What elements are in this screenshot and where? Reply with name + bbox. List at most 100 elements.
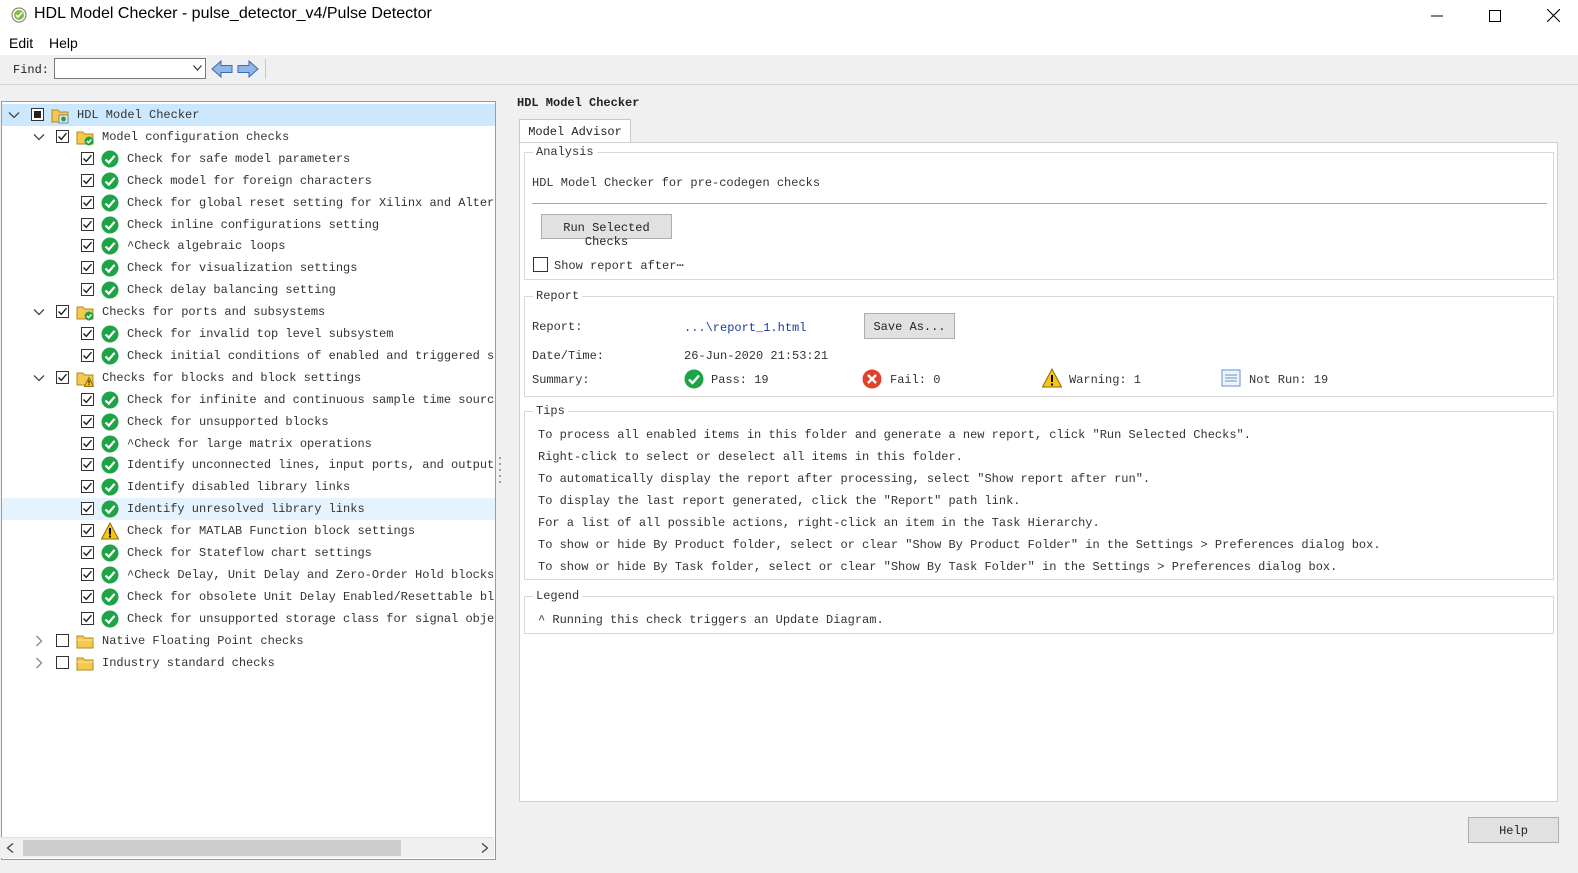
right-pane-title: HDL Model Checker bbox=[517, 96, 640, 110]
menu-edit[interactable]: Edit bbox=[9, 35, 33, 51]
tree-checkbox[interactable] bbox=[81, 392, 94, 406]
tree-row[interactable]: Industry standard checks bbox=[2, 652, 495, 674]
pass-icon bbox=[101, 610, 119, 628]
check-mark-icon bbox=[83, 483, 93, 491]
tree-checkbox[interactable] bbox=[56, 655, 69, 669]
tree-horizontal-scrollbar[interactable] bbox=[1, 837, 494, 858]
tab-model-advisor[interactable]: Model Advisor bbox=[519, 119, 631, 143]
task-hierarchy-tree[interactable]: HDL Model Checker Model configuration che… bbox=[1, 101, 496, 860]
tree-row[interactable]: Check for obsolete Unit Delay Enabled/Re… bbox=[2, 586, 495, 608]
tree-checkbox[interactable] bbox=[81, 436, 94, 450]
scroll-right-icon[interactable] bbox=[481, 843, 489, 853]
tree-checkbox[interactable] bbox=[81, 458, 94, 472]
tree-checkbox[interactable] bbox=[81, 173, 94, 187]
chevron-right-icon[interactable] bbox=[33, 657, 45, 669]
run-selected-checks-button[interactable]: Run Selected Checks bbox=[541, 214, 672, 249]
chevron-down-icon[interactable] bbox=[33, 131, 45, 143]
tree-checkbox[interactable] bbox=[81, 283, 94, 297]
tree-item-label: Check for unsupported blocks bbox=[127, 414, 329, 429]
tree-checkbox[interactable] bbox=[81, 261, 94, 275]
tree-row[interactable]: Check for unsupported blocks bbox=[2, 411, 495, 433]
tree-checkbox[interactable] bbox=[81, 546, 94, 559]
tree-checkbox[interactable] bbox=[81, 524, 94, 538]
tree-checkbox[interactable] bbox=[56, 370, 69, 384]
scrollbar-thumb[interactable] bbox=[23, 840, 401, 856]
tree-row[interactable]: Check model for foreign characters bbox=[2, 170, 495, 192]
tree-row[interactable]: Check initial conditions of enabled and … bbox=[2, 345, 495, 367]
tree-checkbox[interactable] bbox=[81, 348, 94, 362]
tree-checkbox[interactable] bbox=[56, 305, 69, 319]
warning-icon bbox=[101, 522, 119, 540]
find-combobox[interactable] bbox=[54, 58, 206, 79]
tree-row[interactable]: Check for MATLAB Function block settings bbox=[2, 520, 495, 542]
tree-checkbox[interactable] bbox=[81, 414, 94, 428]
menu-help[interactable]: Help bbox=[49, 35, 78, 51]
tree-row[interactable]: Check delay balancing setting bbox=[2, 279, 495, 301]
tree-row[interactable]: ^Check Delay, Unit Delay and Zero-Order … bbox=[2, 564, 495, 586]
chevron-down-icon[interactable] bbox=[33, 372, 45, 384]
tree-row[interactable]: Identify unresolved library links bbox=[2, 498, 495, 521]
tree-row[interactable]: Checks for ports and subsystems bbox=[2, 301, 495, 323]
tree-item-label: Check initial conditions of enabled and … bbox=[127, 348, 495, 363]
tree-item-label: Native Floating Point checks bbox=[102, 633, 304, 648]
check-mark-icon bbox=[83, 504, 93, 513]
tree-checkbox[interactable] bbox=[81, 151, 94, 165]
find-previous-button[interactable] bbox=[211, 59, 233, 83]
summary-label: Summary: bbox=[532, 373, 590, 387]
tree-row[interactable]: Check for global reset setting for Xilin… bbox=[2, 192, 495, 214]
tree-row[interactable]: Identify unconnected lines, input ports,… bbox=[2, 454, 495, 476]
chevron-right-icon[interactable] bbox=[33, 635, 45, 647]
tree-checkbox[interactable] bbox=[81, 502, 94, 516]
tip-line: To process all enabled items in this fol… bbox=[538, 428, 1251, 442]
tree-row[interactable]: Check inline configurations setting bbox=[2, 214, 495, 236]
tree-row[interactable]: Check for unsupported storage class for … bbox=[2, 608, 495, 630]
tree-item-label: Check for unsupported storage class for … bbox=[127, 611, 496, 626]
tree-row[interactable]: Check for visualization settings bbox=[2, 257, 495, 279]
tree-row[interactable]: Check for invalid top level subsystem bbox=[2, 323, 495, 345]
check-mark-icon bbox=[83, 264, 93, 272]
tree-item-label: Check for global reset setting for Xilin… bbox=[127, 195, 495, 210]
show-report-checkbox[interactable] bbox=[533, 257, 548, 272]
tree-checkbox[interactable] bbox=[81, 217, 94, 231]
tree-row[interactable]: ^Check for large matrix operations bbox=[2, 433, 495, 455]
tree-row[interactable]: Check for Stateflow chart settings bbox=[2, 542, 495, 564]
tree-item-label: Model configuration checks bbox=[102, 129, 290, 144]
tree-row[interactable]: Check for safe model parameters bbox=[2, 148, 495, 170]
chevron-down-icon[interactable] bbox=[33, 306, 45, 318]
chevron-down-icon[interactable] bbox=[8, 109, 20, 121]
tree-item-label: Check for Stateflow chart settings bbox=[127, 546, 372, 560]
tree-checkbox[interactable] bbox=[56, 633, 69, 647]
splitter-grip-icon[interactable] bbox=[498, 455, 502, 483]
tree-row[interactable]: ^Check algebraic loops bbox=[2, 235, 495, 257]
tree-row[interactable]: HDL Model Checker bbox=[2, 104, 495, 126]
check-mark-icon bbox=[83, 198, 93, 206]
tree-checkbox[interactable] bbox=[81, 195, 94, 209]
close-button[interactable] bbox=[1524, 0, 1578, 31]
legend-line: ^ Running this check triggers an Update … bbox=[538, 613, 884, 627]
tree-row[interactable]: Model configuration checks bbox=[2, 126, 495, 148]
tree-checkbox[interactable] bbox=[81, 327, 94, 340]
check-mark-icon bbox=[58, 373, 68, 382]
scroll-left-icon[interactable] bbox=[6, 843, 14, 853]
maximize-button[interactable] bbox=[1466, 0, 1524, 31]
tree-checkbox[interactable] bbox=[81, 567, 94, 581]
tree-checkbox[interactable] bbox=[81, 589, 94, 603]
tree-row[interactable]: Identify disabled library links bbox=[2, 476, 495, 498]
save-as-button[interactable]: Save As... bbox=[864, 313, 955, 339]
find-next-button[interactable] bbox=[237, 59, 259, 83]
tree-row[interactable]: Check for infinite and continuous sample… bbox=[2, 389, 495, 411]
check-mark-icon bbox=[83, 570, 93, 579]
tree-row[interactable]: Native Floating Point checks bbox=[2, 630, 495, 652]
tree-checkbox[interactable] bbox=[31, 108, 44, 121]
tree-checkbox[interactable] bbox=[81, 239, 94, 253]
pass-icon bbox=[101, 237, 119, 255]
tree-row[interactable]: Checks for blocks and block settings bbox=[2, 367, 495, 389]
tree-checkbox[interactable] bbox=[81, 611, 94, 625]
minimize-button[interactable] bbox=[1408, 0, 1466, 31]
report-path-link[interactable]: ...\report_1.html bbox=[684, 321, 806, 335]
pass-icon bbox=[101, 566, 119, 584]
tree-checkbox[interactable] bbox=[56, 129, 69, 143]
tree-checkbox[interactable] bbox=[81, 480, 94, 494]
tip-line: Right-click to select or deselect all it… bbox=[538, 450, 963, 464]
help-button[interactable]: Help bbox=[1468, 817, 1559, 843]
